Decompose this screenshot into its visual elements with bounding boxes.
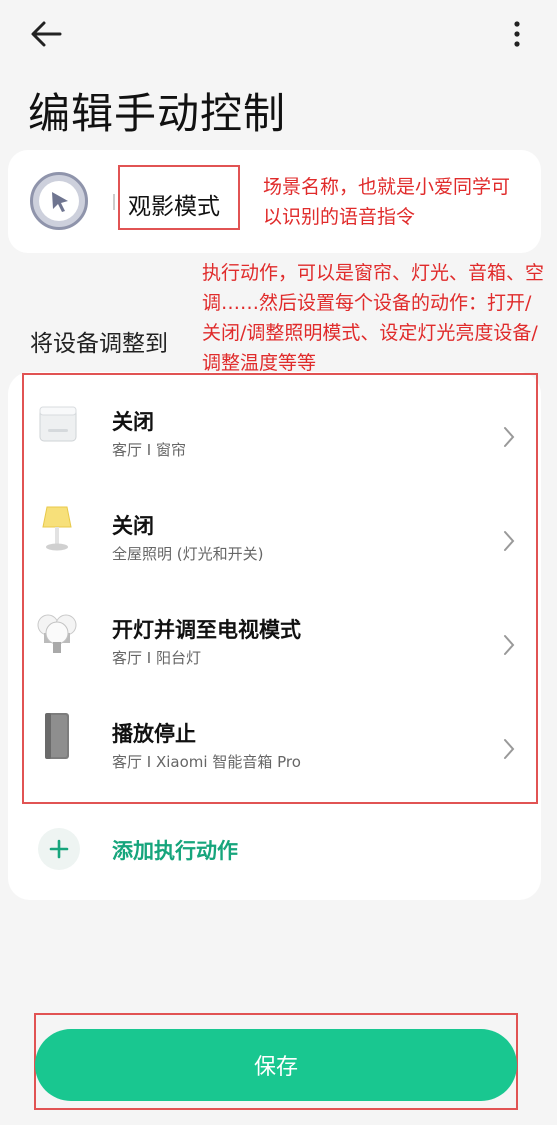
scene-icon-inner (39, 181, 79, 221)
scene-icon-button[interactable] (30, 172, 88, 230)
arrow-left-icon (31, 21, 62, 47)
scene-annotation: 场景名称，也就是小爱同学可以识别的语音指令 (263, 176, 511, 228)
scene-name-input[interactable]: 观影模式 (128, 187, 220, 221)
more-vertical-icon (514, 21, 520, 47)
add-icon-circle (38, 828, 80, 870)
scene-divider (113, 194, 115, 210)
page-title: 编辑手动控制 (28, 89, 287, 138)
actions-highlight (22, 373, 538, 804)
add-action-button[interactable]: 添加执行动作 (30, 820, 510, 880)
section-label: 将设备调整到 (30, 331, 168, 357)
action-annotation: 执行动作，可以是窗帘、灯光、音箱、空调……然后设置每个设备的动作：打开/关闭/调… (202, 262, 545, 374)
cursor-arrow-icon (52, 192, 68, 212)
back-button[interactable] (26, 16, 70, 52)
add-action-label: 添加执行动作 (112, 839, 238, 863)
save-button[interactable]: 保存 (35, 1029, 517, 1101)
top-bar (0, 0, 557, 70)
plus-icon (49, 839, 69, 859)
more-button[interactable] (507, 18, 527, 50)
